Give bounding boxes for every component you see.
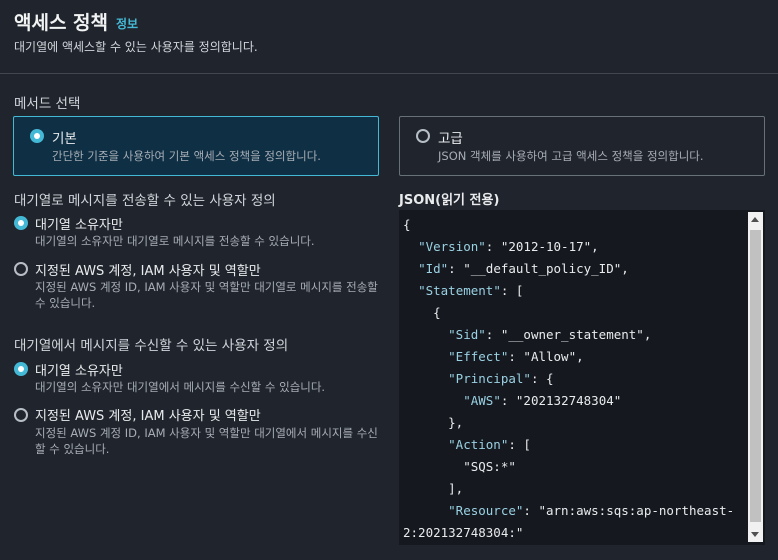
send-specified-label[interactable]: 지정된 AWS 계정, IAM 사용자 및 역할만 <box>35 260 261 279</box>
method-tile-basic[interactable]: 기본 간단한 기준을 사용하여 기본 액세스 정책을 정의합니다. <box>13 116 379 176</box>
receive-specified-description: 지정된 AWS 계정 ID, IAM 사용자 및 역할만 대기열에서 메시지를 … <box>35 426 378 456</box>
json-line: { <box>403 217 411 232</box>
tile-basic-title: 기본 <box>52 131 77 147</box>
send-section-title: 대기열로 메시지를 전송할 수 있는 사용자 정의 <box>14 193 276 209</box>
json-line: "Principal": { <box>448 371 554 386</box>
method-tile-advanced[interactable]: 고급 JSON 객체를 사용하여 고급 액세스 정책을 정의합니다. <box>399 116 765 176</box>
tile-advanced-description: JSON 객체를 사용하여 고급 액세스 정책을 정의합니다. <box>438 149 704 163</box>
method-label: 메서드 선택 <box>14 96 81 112</box>
json-line: "Action": [ <box>448 437 531 452</box>
json-line: "Effect": "Allow", <box>448 349 584 364</box>
json-line: ], <box>403 481 464 496</box>
json-line: "SQS:*" <box>403 459 516 474</box>
page-header: 액세스 정책 정보 대기열에 액세스할 수 있는 사용자를 정의합니다. <box>0 0 778 74</box>
send-owner-description: 대기열의 소유자만 대기열로 메시지를 전송할 수 있습니다. <box>35 234 315 248</box>
json-line: "AWS": "202132748304" <box>463 393 622 408</box>
scroll-down-arrow-icon[interactable] <box>751 532 759 537</box>
json-line: 2:202132748304:" <box>403 525 524 540</box>
radio-advanced[interactable] <box>416 129 430 143</box>
radio-send-specified[interactable] <box>14 262 28 276</box>
json-line: "Statement": [ <box>418 283 524 298</box>
info-link[interactable]: 정보 <box>116 15 138 32</box>
radio-receive-specified[interactable] <box>14 408 28 422</box>
receive-owner-description: 대기열의 소유자만 대기열에서 메시지를 수신할 수 있습니다. <box>35 380 326 394</box>
json-line: }, <box>403 415 464 430</box>
json-line: "Version": "2012-10-17", <box>418 239 599 254</box>
receive-owner-label[interactable]: 대기열 소유자만 <box>35 360 123 379</box>
tile-basic-description: 간단한 기준을 사용하여 기본 액세스 정책을 정의합니다. <box>52 149 321 163</box>
scrollbar-thumb[interactable] <box>750 230 761 522</box>
receive-section-title: 대기열에서 메시지를 수신할 수 있는 사용자 정의 <box>14 338 289 354</box>
radio-receive-owner[interactable] <box>14 362 28 376</box>
json-scrollbar[interactable] <box>748 212 763 542</box>
receive-specified-label[interactable]: 지정된 AWS 계정, IAM 사용자 및 역할만 <box>35 405 261 424</box>
json-line: "Resource": "arn:aws:sqs:ap-northeast- <box>448 503 735 518</box>
radio-send-owner[interactable] <box>14 216 28 230</box>
json-viewer[interactable]: { "Version": "2012-10-17", "Id": "__defa… <box>399 210 765 545</box>
scroll-up-arrow-icon[interactable] <box>751 217 759 222</box>
json-label: JSON(읽기 전용) <box>399 193 500 208</box>
page-description: 대기열에 액세스할 수 있는 사용자를 정의합니다. <box>14 40 258 54</box>
tile-advanced-title: 고급 <box>438 131 463 147</box>
send-specified-description: 지정된 AWS 계정 ID, IAM 사용자 및 역할만 대기열로 메시지를 전… <box>35 280 378 310</box>
radio-basic[interactable] <box>30 129 44 143</box>
json-line: "Id": "__default_policy_ID", <box>418 261 629 276</box>
json-line: { <box>403 305 441 320</box>
send-owner-label[interactable]: 대기열 소유자만 <box>35 214 123 233</box>
json-code: { "Version": "2012-10-17", "Id": "__defa… <box>403 214 745 544</box>
page-title: 액세스 정책 <box>14 12 109 34</box>
json-line: "Sid": "__owner_statement", <box>448 327 652 342</box>
